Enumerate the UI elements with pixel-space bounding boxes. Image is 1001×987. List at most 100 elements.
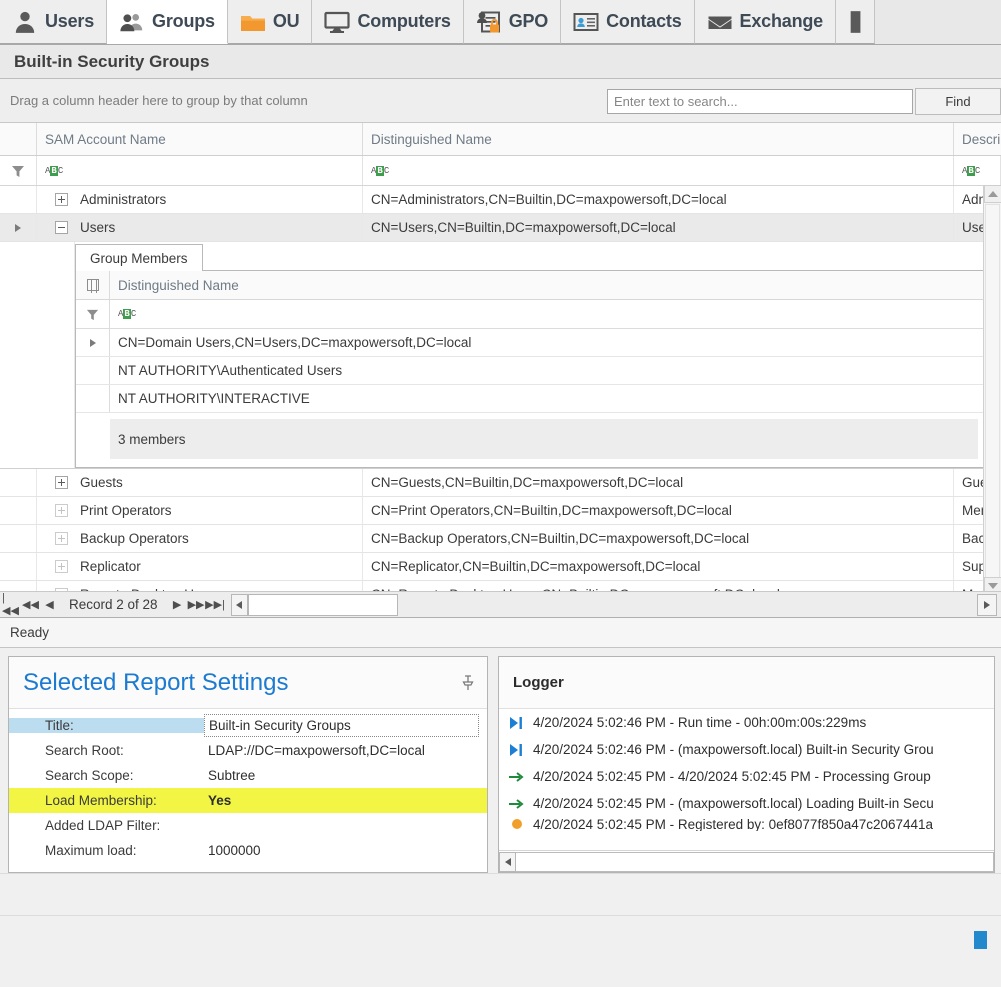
tab-users[interactable]: Users [0,0,108,44]
tab-label: GPO [508,11,549,31]
expand-row-icon[interactable] [55,504,68,517]
filter-cell-desc[interactable]: ABC [954,156,1001,185]
next-page-button[interactable]: ▶▶ [187,594,206,616]
detail-column-header-dn[interactable]: Distinguished Name [110,271,986,299]
group-panel[interactable]: Drag a column header here to group by th… [0,79,1001,123]
tab-exchange[interactable]: Exchange [694,0,836,44]
search-input[interactable] [607,89,913,114]
column-header-sam-account-name[interactable]: SAM Account Name [37,123,363,155]
scroll-up-button[interactable] [984,185,1001,203]
expand-row-icon[interactable] [55,560,68,573]
detail-tab-strip: Group Members [75,244,1000,271]
partial-icon [850,10,861,33]
setting-label: Title: [9,718,204,733]
setting-row-title[interactable]: Title: Built-in Security Groups [9,713,487,738]
find-button[interactable]: Find [915,88,1001,115]
table-row[interactable]: Print Operators CN=Print Operators,CN=Bu… [0,497,1001,525]
cell-distinguished-name: CN=Administrators,CN=Builtin,DC=maxpower… [363,186,954,213]
next-record-button[interactable]: ▶ [168,594,187,616]
hscrollbar-track[interactable] [398,594,977,616]
grid-vertical-scrollbar[interactable] [983,185,1001,595]
filter-cell-dn[interactable]: ABC [363,156,954,185]
cell-distinguished-name: CN=Replicator,CN=Builtin,DC=maxpowersoft… [363,553,954,580]
tab-computers[interactable]: Computers [312,0,464,44]
tab-ou[interactable]: OU [227,0,313,44]
column-header-description[interactable]: Description [954,123,1001,155]
logger-entries[interactable]: 4/20/2024 5:02:46 PM - Run time - 00h:00… [499,709,994,850]
list-item[interactable]: 4/20/2024 5:02:45 PM - Registered by: 0e… [499,817,994,831]
cell-sam-account-name[interactable]: Print Operators [37,497,363,524]
users-icon [120,13,143,31]
setting-row-maximum-load[interactable]: Maximum load: 1000000 [9,838,487,863]
report-title-bar: Built-in Security Groups [0,45,1001,79]
previous-record-button[interactable]: ◀ [40,594,59,616]
footer-strip-lower [0,915,1001,963]
hscrollbar-thumb[interactable] [516,851,994,872]
cell-sam-account-name[interactable]: Administrators [37,186,363,213]
scroll-left-button[interactable] [499,851,516,872]
setting-row-search-root[interactable]: Search Root: LDAP://DC=maxpowersoft,DC=l… [9,738,487,763]
scrollbar-thumb[interactable] [985,204,1000,584]
setting-row-search-scope[interactable]: Search Scope: Subtree [9,763,487,788]
blue-square-icon[interactable] [974,930,987,949]
member-row-indicator [76,385,110,412]
column-chooser-button[interactable] [76,271,110,299]
member-row-indicator [76,357,110,384]
current-row-caret-icon [15,223,21,232]
expand-row-icon[interactable] [55,476,68,489]
row-indicator-current [0,214,37,241]
setting-row-load-membership[interactable]: Load Membership: Yes [9,788,487,813]
tab-group-members[interactable]: Group Members [75,244,203,271]
list-item[interactable]: 4/20/2024 5:02:46 PM - Run time - 00h:00… [499,709,994,736]
scroll-left-button[interactable] [230,593,248,616]
record-position-label: Record 2 of 28 [69,597,158,612]
hscrollbar-thumb[interactable] [247,593,398,616]
list-item[interactable]: NT AUTHORITY\INTERACTIVE [76,385,986,413]
table-row[interactable]: Backup Operators CN=Backup Operators,CN=… [0,525,1001,553]
setting-value[interactable]: Built-in Security Groups [204,714,479,737]
list-item[interactable]: 4/20/2024 5:02:45 PM - (maxpowersoft.loc… [499,790,994,817]
expand-row-icon[interactable] [55,532,68,545]
table-row-selected[interactable]: Users CN=Users,CN=Builtin,DC=maxpowersof… [0,214,1001,242]
cell-sam-account-name[interactable]: Replicator [37,553,363,580]
list-item[interactable]: NT AUTHORITY\Authenticated Users [76,357,986,385]
cell-sam-account-name[interactable]: Guests [37,469,363,496]
logger-panel-header: Logger [499,657,994,709]
previous-page-button[interactable]: ◀◀ [21,594,40,616]
scroll-right-button[interactable] [977,593,997,616]
row-indicator [0,525,37,552]
column-header-distinguished-name[interactable]: Distinguished Name [363,123,954,155]
groups-grid: SAM Account Name Distinguished Name Desc… [0,123,1001,618]
logger-horizontal-scrollbar[interactable] [499,850,994,872]
list-item[interactable]: CN=Domain Users,CN=Users,DC=maxpowersoft… [76,329,986,357]
tab-contacts[interactable]: Contacts [561,0,695,44]
tab-label: Contacts [606,11,682,31]
table-row[interactable]: Replicator CN=Replicator,CN=Builtin,DC=m… [0,553,1001,581]
arrow-right-icon [509,771,525,783]
member-dn: CN=Domain Users,CN=Users,DC=maxpowersoft… [118,335,472,350]
table-row[interactable]: Administrators CN=Administrators,CN=Buil… [0,186,1001,214]
expand-row-icon[interactable] [55,193,68,206]
first-record-button[interactable]: |◀◀ [2,592,21,617]
setting-row-added-ldap-filter[interactable]: Added LDAP Filter: [9,813,487,838]
setting-value: LDAP://DC=maxpowersoft,DC=local [208,743,425,758]
grid-horizontal-scrollbar[interactable] [230,593,999,616]
cell-text: Replicator [80,559,141,574]
row-indicator [0,469,37,496]
tab-groups[interactable]: Groups [107,0,228,44]
tab-overflow[interactable] [835,0,875,44]
cell-text: Administrators [80,192,167,207]
filter-funnel-icon[interactable] [0,156,37,185]
cell-sam-account-name[interactable]: Backup Operators [37,525,363,552]
detail-filter-cell[interactable]: ABC [110,300,986,328]
filter-cell-sam[interactable]: ABC [37,156,363,185]
detail-filter-funnel-icon[interactable] [76,300,110,328]
collapse-row-icon[interactable] [55,221,68,234]
list-item[interactable]: 4/20/2024 5:02:46 PM - (maxpowersoft.loc… [499,736,994,763]
pin-icon[interactable] [459,674,477,692]
table-row[interactable]: Guests CN=Guests,CN=Builtin,DC=maxpowers… [0,469,1001,497]
list-item[interactable]: 4/20/2024 5:02:45 PM - 4/20/2024 5:02:45… [499,763,994,790]
last-record-button[interactable]: ▶▶| [205,594,225,616]
cell-sam-account-name[interactable]: Users [37,214,363,241]
tab-gpo[interactable]: GPO [463,0,562,44]
